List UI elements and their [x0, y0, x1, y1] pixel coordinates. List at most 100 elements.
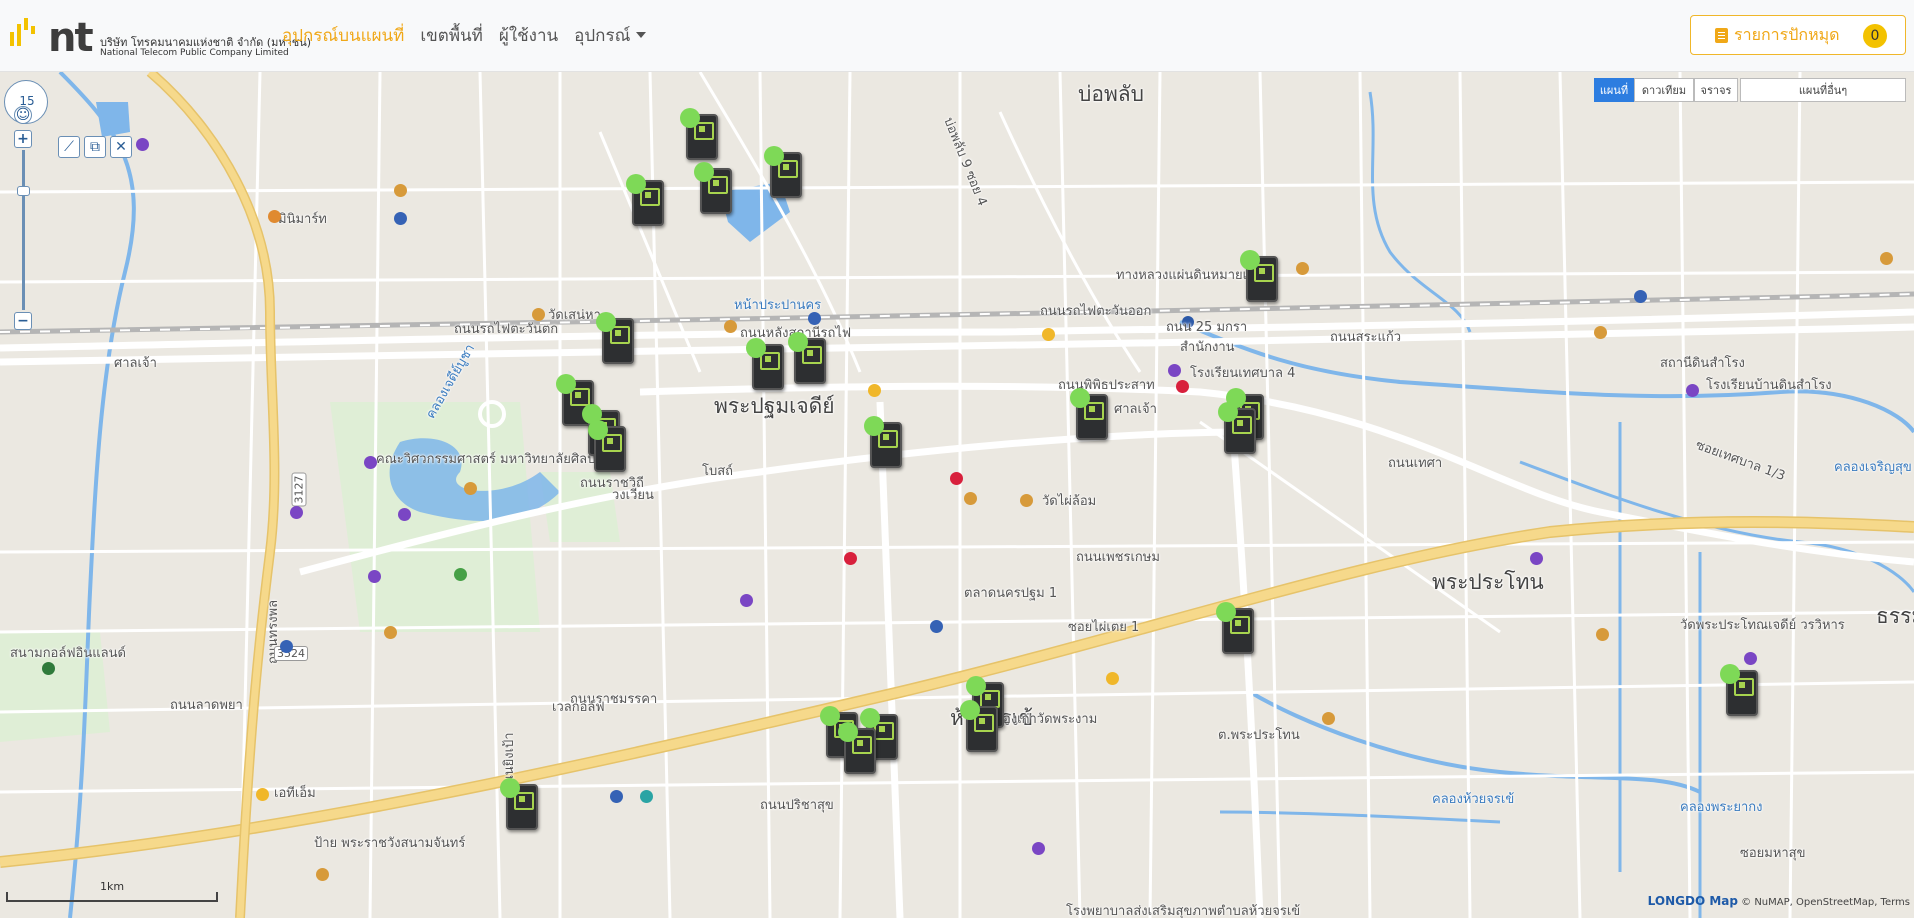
document-icon	[1715, 27, 1728, 43]
device-marker[interactable]	[1218, 402, 1258, 456]
device-marker[interactable]	[838, 722, 878, 776]
mode-traffic-button[interactable]: จราจร	[1694, 78, 1738, 102]
device-marker[interactable]	[1216, 602, 1256, 656]
school-icon[interactable]	[1032, 842, 1045, 855]
temple-icon[interactable]	[724, 320, 737, 333]
main-nav: อุปกรณ์บนแผนที่ เขตพื้นที่ ผู้ใช้งาน อุป…	[282, 22, 647, 49]
measure-distance-tool-icon[interactable]: ⟋	[58, 136, 80, 158]
fuel-icon[interactable]	[1042, 328, 1055, 341]
device-marker[interactable]	[1070, 388, 1110, 442]
nav-zones[interactable]: เขตพื้นที่	[420, 22, 483, 49]
mode-map-button[interactable]: แผนที่	[1594, 78, 1634, 102]
bus-stop-icon[interactable]	[930, 620, 943, 633]
status-online-dot	[966, 676, 986, 696]
device-marker[interactable]	[1720, 664, 1760, 718]
street-view-icon[interactable]: ☺	[14, 106, 32, 124]
fuel-icon[interactable]	[1106, 672, 1119, 685]
status-online-dot	[694, 162, 714, 182]
hospital-icon[interactable]	[1176, 380, 1189, 393]
landmark-icon[interactable]	[868, 384, 881, 397]
nav-devices-on-map[interactable]: อุปกรณ์บนแผนที่	[282, 22, 404, 49]
school-icon[interactable]	[368, 570, 381, 583]
school-icon[interactable]	[1530, 552, 1543, 565]
device-marker[interactable]	[788, 332, 828, 386]
school-icon[interactable]	[1686, 384, 1699, 397]
temple-icon[interactable]	[1322, 712, 1335, 725]
temple-icon[interactable]	[394, 184, 407, 197]
school-icon[interactable]	[1168, 364, 1181, 377]
device-marker[interactable]	[680, 108, 720, 162]
mode-satellite-button[interactable]: ดาวเทียม	[1634, 78, 1694, 102]
attribution-text: © NuMAP, OpenStreetMap, Terms	[1741, 897, 1910, 908]
government-icon[interactable]	[394, 212, 407, 225]
temple-icon[interactable]	[1020, 494, 1033, 507]
center-crosshair-icon	[950, 472, 963, 485]
school-icon[interactable]	[290, 506, 303, 519]
temple-icon[interactable]	[464, 482, 477, 495]
government-icon[interactable]	[280, 640, 293, 653]
school-icon[interactable]	[364, 456, 377, 469]
scale-bar	[6, 892, 218, 902]
status-online-dot	[1070, 388, 1090, 408]
nav-devices-label: อุปกรณ์	[574, 26, 631, 46]
top-navbar: nt บริษัท โทรคมนาคมแห่งชาติ จำกัด (มหาชน…	[0, 0, 1914, 72]
status-online-dot	[596, 312, 616, 332]
status-online-dot	[960, 700, 980, 720]
device-marker[interactable]	[1240, 250, 1280, 304]
status-online-dot	[1218, 402, 1238, 422]
device-marker[interactable]	[694, 162, 734, 216]
device-marker[interactable]	[864, 416, 904, 470]
nav-devices-dropdown[interactable]: อุปกรณ์	[574, 22, 647, 49]
park-icon[interactable]	[454, 568, 467, 581]
device-marker[interactable]	[588, 420, 628, 474]
temple-icon[interactable]	[964, 492, 977, 505]
police-icon[interactable]	[844, 552, 857, 565]
temple-icon[interactable]	[384, 626, 397, 639]
zoom-slider[interactable]	[22, 150, 25, 310]
device-marker[interactable]	[626, 174, 666, 228]
device-marker[interactable]	[500, 778, 540, 832]
temple-icon[interactable]	[1596, 628, 1609, 641]
shop-icon[interactable]	[268, 210, 281, 223]
status-online-dot	[626, 174, 646, 194]
temple-icon[interactable]	[532, 308, 545, 321]
temple-icon[interactable]	[316, 868, 329, 881]
status-online-dot	[838, 722, 858, 742]
device-marker[interactable]	[764, 146, 804, 200]
map-attribution[interactable]: LONGDO Map © NuMAP, OpenStreetMap, Terms	[1648, 894, 1910, 908]
device-marker[interactable]	[960, 700, 1000, 754]
map-canvas[interactable]: บ่อพลับ พระปฐมเจดีย์ พระประโทน ห้วยจรเข้…	[0, 72, 1914, 918]
school-icon[interactable]	[398, 508, 411, 521]
bank-icon[interactable]	[610, 790, 623, 803]
pinned-list-button[interactable]: รายการปักหมุด 0	[1690, 15, 1906, 55]
bus-icon[interactable]	[640, 790, 653, 803]
device-marker[interactable]	[596, 312, 636, 366]
temple-icon[interactable]	[1594, 326, 1607, 339]
other-maps-dropdown[interactable]: แผนที่อื่นๆ	[1740, 78, 1906, 102]
zoom-in-button[interactable]: +	[14, 130, 32, 148]
school-icon[interactable]	[136, 138, 149, 151]
company-logo[interactable]: nt บริษัท โทรคมนาคมแห่งชาติ จำกัด (มหาชน…	[8, 12, 311, 62]
device-marker[interactable]	[746, 338, 786, 392]
status-online-dot	[864, 416, 884, 436]
school-icon[interactable]	[740, 594, 753, 607]
atm-icon[interactable]	[256, 788, 269, 801]
status-online-dot	[764, 146, 784, 166]
zoom-out-button[interactable]: −	[14, 312, 32, 330]
status-online-dot	[746, 338, 766, 358]
temple-icon[interactable]	[1296, 262, 1309, 275]
logo-text: nt	[48, 15, 94, 61]
golf-icon[interactable]	[42, 662, 55, 675]
bus-stop-icon[interactable]	[808, 312, 821, 325]
train-station-icon[interactable]	[1634, 290, 1647, 303]
temple-icon[interactable]	[1880, 252, 1893, 265]
status-online-dot	[556, 374, 576, 394]
status-online-dot	[1720, 664, 1740, 684]
zoom-slider-knob[interactable]	[17, 186, 30, 196]
map-base-layer	[0, 72, 1914, 918]
company-name-en: National Telecom Public Company Limited	[100, 48, 289, 58]
status-online-dot	[588, 420, 608, 440]
clear-tool-icon[interactable]: ✕	[110, 136, 132, 158]
nav-users[interactable]: ผู้ใช้งาน	[499, 22, 558, 49]
measure-area-tool-icon[interactable]: ⧉	[84, 136, 106, 158]
